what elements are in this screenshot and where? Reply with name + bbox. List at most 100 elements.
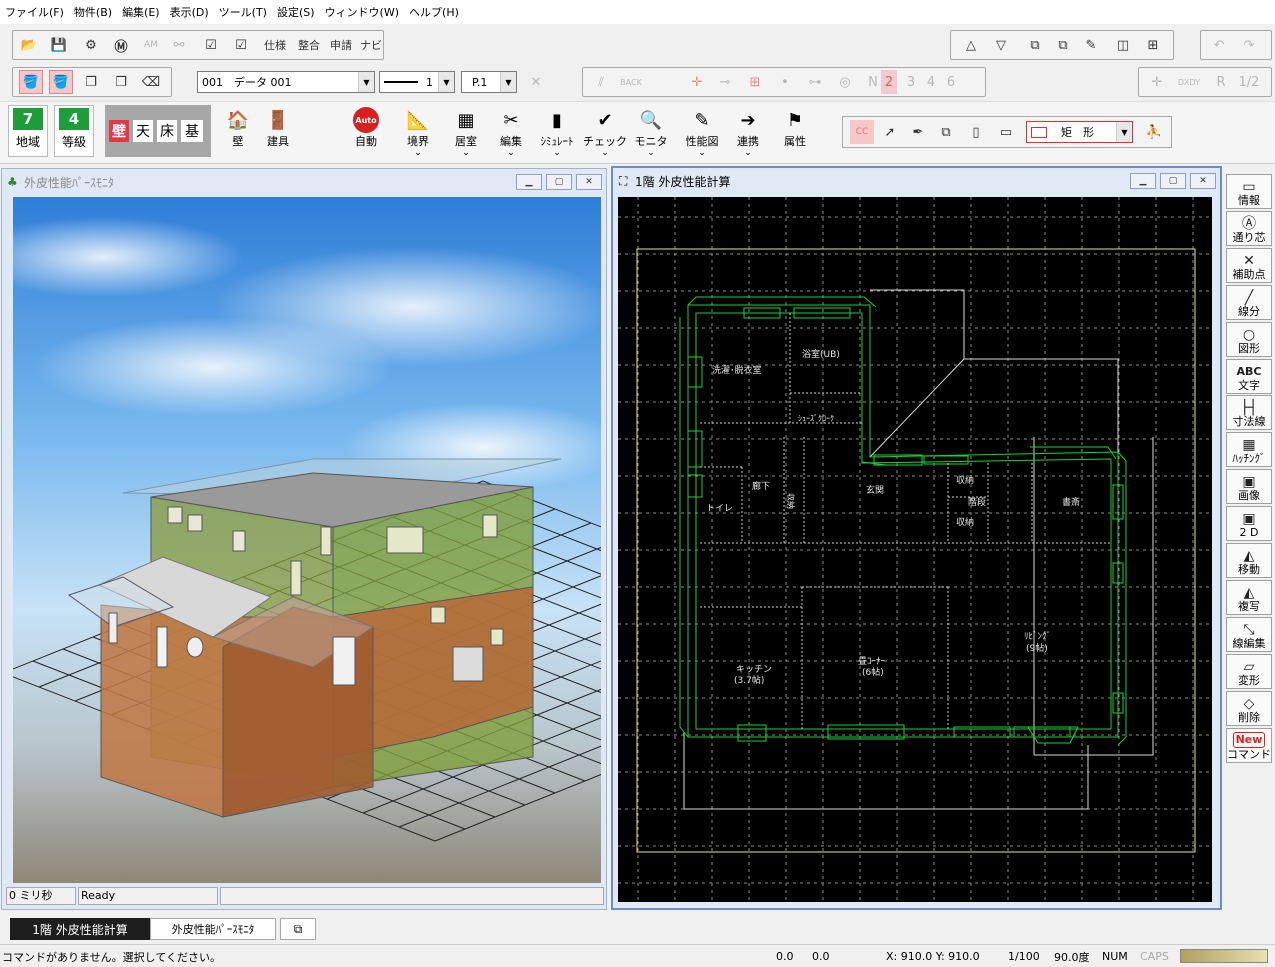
page-select[interactable]: P.1 ▼ bbox=[461, 71, 517, 93]
maximize-icon[interactable]: ▢ bbox=[1160, 173, 1186, 189]
floor-plan-canvas[interactable]: 洗濯･脱衣室浴室(UB)ｼｭｰｽﾞｸﾛｰｸ廊下収納玄関収納階段 書斎収納トイレﾘﾋ… bbox=[618, 197, 1212, 902]
auto-button[interactable]: Auto 自動 bbox=[344, 103, 388, 160]
navi-button[interactable]: ナビ bbox=[357, 33, 385, 57]
menu-item-4[interactable]: ツール(T) bbox=[214, 4, 272, 20]
shinsei-button[interactable]: 申請 bbox=[327, 33, 355, 57]
tool-move[interactable]: ◭ 移動 bbox=[1226, 543, 1272, 578]
chevron-down-icon[interactable]: ▼ bbox=[358, 72, 374, 92]
gear-icon[interactable]: ⚙ bbox=[79, 33, 103, 57]
doc-bar-icon[interactable]: ▭ bbox=[994, 120, 1018, 144]
data-select[interactable]: 001 データ 001 ▼ bbox=[197, 71, 375, 93]
chevron-down-icon[interactable]: ⌄ bbox=[553, 149, 561, 158]
3d-house-view[interactable] bbox=[13, 197, 601, 883]
tool-copy[interactable]: ◭ 複写 bbox=[1226, 579, 1272, 615]
copy-multi-icon[interactable]: ⧉ bbox=[934, 120, 958, 144]
grid-snap-icon[interactable]: ⊞ bbox=[743, 70, 767, 94]
tool-text[interactable]: ABC 文字 bbox=[1226, 358, 1272, 394]
pointer-icon[interactable]: ➚ bbox=[878, 120, 902, 144]
room-button[interactable]: ▦ 居室 ⌄ bbox=[444, 103, 488, 160]
check-button[interactable]: ✔ チェック ⌄ bbox=[582, 103, 628, 160]
menu-item-0[interactable]: ファイル(F) bbox=[0, 4, 69, 20]
check-sheet2-icon[interactable]: ☑ bbox=[229, 33, 253, 57]
open-folder-icon[interactable]: 📂 bbox=[17, 33, 41, 57]
paint-bucket2-icon[interactable]: 🪣 bbox=[49, 70, 73, 94]
maximize-icon[interactable]: ▢ bbox=[546, 174, 572, 190]
ten-button[interactable]: 天 bbox=[133, 120, 153, 142]
seigou-button[interactable]: 整合 bbox=[295, 33, 323, 57]
moto-button[interactable]: 基 bbox=[181, 120, 203, 142]
save-icon[interactable]: 💾 bbox=[47, 33, 71, 57]
wall-button[interactable]: 🏠 壁 bbox=[218, 103, 258, 160]
tab-window-list-icon[interactable]: ⧉ bbox=[280, 918, 316, 940]
person-pointer-icon[interactable]: ⛹ bbox=[1142, 120, 1166, 144]
split-vertical-icon[interactable]: ◫ bbox=[1111, 33, 1135, 57]
chevron-down-icon[interactable]: ⌄ bbox=[601, 149, 609, 158]
menu-item-2[interactable]: 編集(E) bbox=[117, 4, 165, 20]
chevron-down-icon[interactable]: ⌄ bbox=[462, 149, 470, 158]
tool-line[interactable]: ╱ 線分 bbox=[1226, 284, 1272, 320]
shape-select[interactable]: 矩 形 ▼ bbox=[1026, 121, 1133, 143]
select-rect-icon[interactable]: CC bbox=[850, 120, 874, 144]
tab-floor-plan[interactable]: 1階 外皮性能計算 bbox=[10, 918, 150, 940]
tab-perspective[interactable]: 外皮性能ﾊﾟｰｽﾓﾆﾀ bbox=[150, 918, 276, 940]
tool-hatching[interactable]: ▦ ﾊｯﾁﾝｸﾞ bbox=[1226, 432, 1272, 468]
tool-shape[interactable]: ○ 図形 bbox=[1226, 321, 1272, 357]
floor-plan-titlebar[interactable]: ⛶ 1階 外皮性能計算 bbox=[613, 168, 1220, 194]
boundary-button[interactable]: 📐 境界 ⌄ bbox=[396, 103, 440, 160]
performance-chart-button[interactable]: ✎ 性能図 ⌄ bbox=[680, 103, 724, 160]
shiyou-button[interactable]: 仕様 bbox=[261, 33, 289, 57]
minimize-icon[interactable]: ▁ bbox=[1130, 173, 1156, 189]
menu-item-5[interactable]: 設定(S) bbox=[272, 4, 320, 20]
tool-grid-axis[interactable]: Ⓐ 通り芯 bbox=[1226, 210, 1272, 246]
link-button[interactable]: ➔ 連携 ⌄ bbox=[726, 103, 770, 160]
window-cascade-icon[interactable]: ⧉ bbox=[1051, 33, 1075, 57]
doc-icon[interactable]: ▯ bbox=[964, 120, 988, 144]
cross-snap-icon[interactable]: ✛ bbox=[685, 70, 709, 94]
chevron-down-icon[interactable]: ⌄ bbox=[507, 149, 515, 158]
tool-eraser[interactable]: ◇ 削除 bbox=[1226, 690, 1272, 726]
tool-deform[interactable]: ▱ 変形 bbox=[1226, 653, 1272, 689]
m-circle-icon[interactable]: Ⓜ bbox=[109, 33, 133, 57]
window-icon[interactable]: ⧉ bbox=[1023, 33, 1047, 57]
perspective-monitor-window[interactable]: ♣ 外皮性能ﾊﾟｰｽﾓﾆﾀ ▁ ▢ ✕ 0 ミリ秒 Ready bbox=[1, 168, 607, 910]
chevron-down-icon[interactable]: ⌄ bbox=[698, 149, 706, 158]
attribute-button[interactable]: ⚑ 属性 bbox=[774, 103, 816, 160]
check-sheet-icon[interactable]: ☑ bbox=[199, 33, 223, 57]
eraser-layer-icon[interactable]: ⌫ bbox=[139, 70, 163, 94]
chiiki-button[interactable]: 7 地域 bbox=[8, 105, 48, 157]
chevron-down-icon[interactable]: ⌄ bbox=[647, 149, 655, 158]
chevron-down-icon[interactable]: ⌄ bbox=[414, 149, 422, 158]
toukyu-button[interactable]: 4 等級 bbox=[54, 105, 94, 157]
tool-ruler[interactable]: ▭ 情報 bbox=[1226, 174, 1272, 209]
num-2-button[interactable]: 2 bbox=[881, 70, 897, 94]
tool-new[interactable]: New コマンド bbox=[1226, 727, 1272, 763]
chevron-down-icon[interactable]: ▼ bbox=[500, 72, 516, 92]
paint-bucket-icon[interactable]: 🪣 bbox=[19, 70, 43, 94]
layer-copy-icon[interactable]: ❐ bbox=[109, 70, 133, 94]
yuka-button[interactable]: 床 bbox=[157, 120, 177, 142]
pen-window-icon[interactable]: ✎ bbox=[1079, 33, 1103, 57]
chevron-down-icon[interactable]: ▼ bbox=[1116, 122, 1132, 142]
chevron-down-icon[interactable]: ▼ bbox=[438, 72, 454, 92]
tool-line-edit[interactable]: ⤡ 線編集 bbox=[1226, 616, 1272, 652]
menu-item-7[interactable]: ヘルプ(H) bbox=[404, 4, 464, 20]
layer-icon[interactable]: ❐ bbox=[79, 70, 103, 94]
menu-item-1[interactable]: 物件(B) bbox=[69, 4, 117, 20]
menu-item-6[interactable]: ウィンドウ(W) bbox=[320, 4, 404, 20]
tool-2d[interactable]: ▣ 2 D bbox=[1226, 506, 1272, 542]
tool-aux-point[interactable]: ✕ 補助点 bbox=[1226, 247, 1272, 283]
triangle-up-icon[interactable]: △ bbox=[959, 33, 983, 57]
simulate-button[interactable]: ▮ ｼﾐｭﾚｰﾄ ⌄ bbox=[534, 103, 580, 160]
minimize-icon[interactable]: ▁ bbox=[516, 174, 542, 190]
triangle-down-icon[interactable]: ▽ bbox=[989, 33, 1013, 57]
tool-image[interactable]: ▣ 画像 bbox=[1226, 469, 1272, 505]
floor-plan-window[interactable]: ⛶ 1階 外皮性能計算 ▁ ▢ ✕ 洗濯･脱衣室 浴室(UB) ｼｭｰｽﾞｸﾛｰ… bbox=[611, 166, 1222, 910]
kabe-button[interactable]: 壁 bbox=[109, 120, 129, 142]
close-icon[interactable]: ✕ bbox=[1190, 173, 1216, 189]
pen-icon[interactable]: ✒ bbox=[906, 120, 930, 144]
menu-item-3[interactable]: 表示(D) bbox=[165, 4, 214, 20]
line-width-select[interactable]: 1 ▼ bbox=[379, 71, 455, 93]
fitting-button[interactable]: 🚪 建具 bbox=[258, 103, 298, 160]
monitor-button[interactable]: 🔍 モニタ ⌄ bbox=[628, 103, 674, 160]
tool-dimension[interactable]: ├┤ 寸法線 bbox=[1226, 395, 1272, 431]
